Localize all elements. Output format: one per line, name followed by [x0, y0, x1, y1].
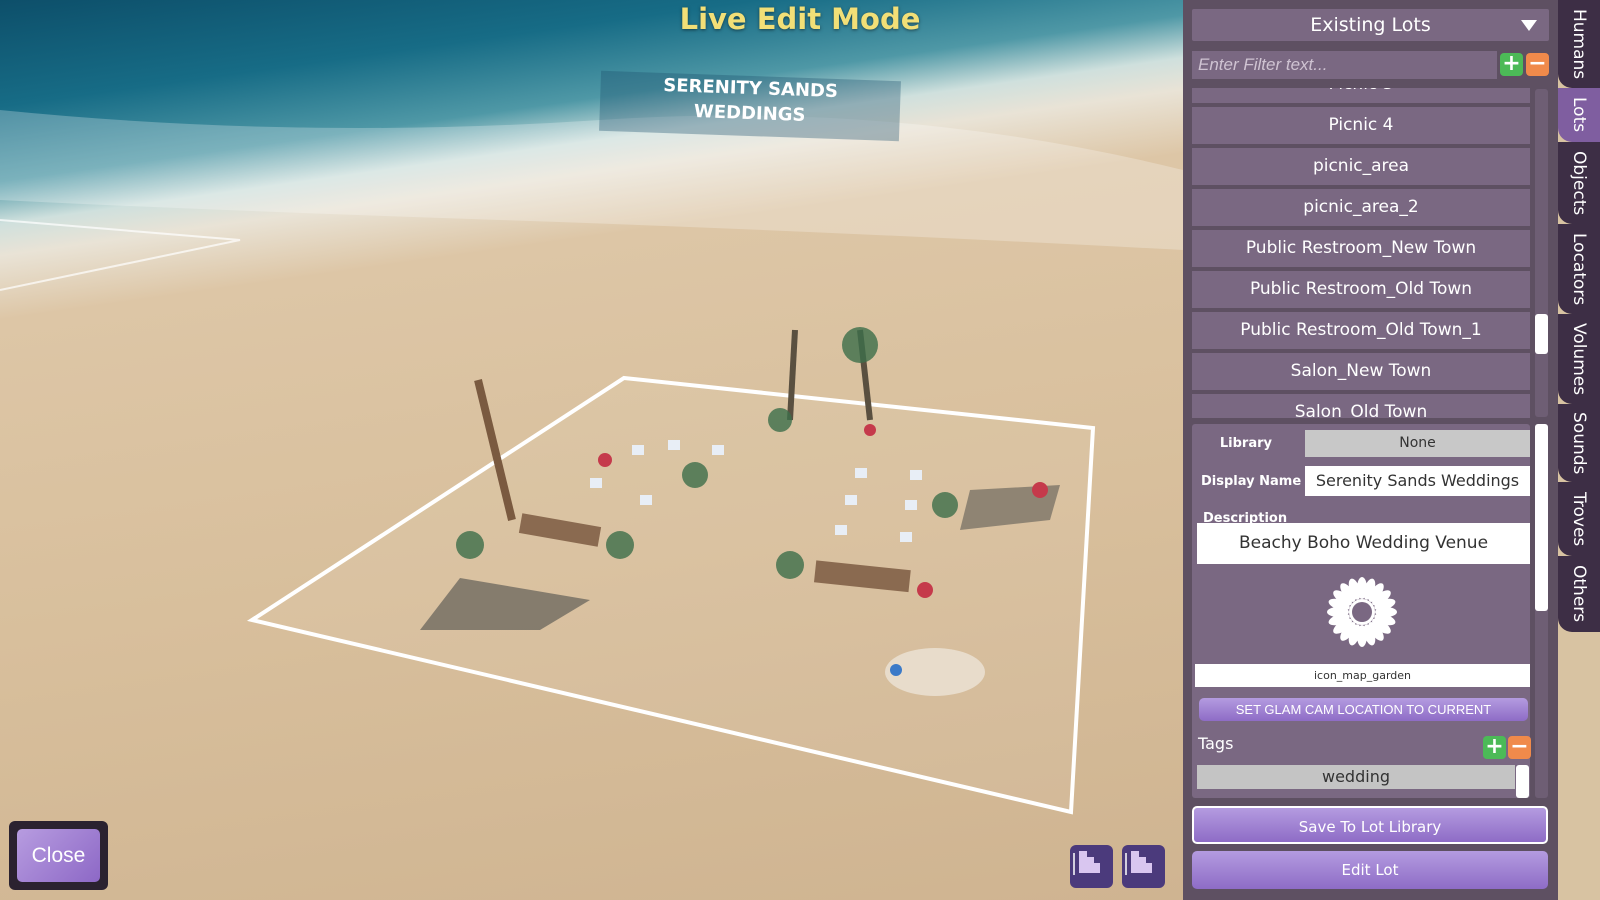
tab-label: Volumes: [1569, 322, 1589, 396]
minus-icon: −: [1510, 734, 1529, 759]
tab-humans[interactable]: Humans: [1558, 0, 1600, 88]
chevron-down-icon: [1521, 20, 1537, 31]
tab-lots[interactable]: Lots: [1558, 88, 1600, 142]
lot-item[interactable]: Picnic 4: [1192, 107, 1530, 144]
lot-scene: [0, 110, 1183, 815]
tab-others[interactable]: Others: [1558, 556, 1600, 632]
surf: [0, 110, 1183, 250]
minus-icon: −: [1528, 51, 1547, 76]
tab-troves[interactable]: Troves: [1558, 482, 1600, 556]
add-lot-button[interactable]: +: [1500, 53, 1523, 76]
scrollbar-thumb[interactable]: [1535, 424, 1548, 611]
save-to-library-button[interactable]: Save To Lot Library: [1192, 806, 1548, 844]
lot-list: Picnic 3 Picnic 4 picnic_area picnic_are…: [1192, 88, 1530, 418]
plus-icon: +: [1502, 51, 1521, 76]
level-up-button[interactable]: [1070, 845, 1113, 888]
level-down-icon: [1125, 851, 1152, 875]
details-scrollbar[interactable]: [1535, 424, 1548, 798]
tags-label: Tags: [1198, 734, 1234, 753]
plus-icon: +: [1485, 734, 1504, 759]
lot-item[interactable]: Public Restroom_Old Town_1: [1192, 312, 1530, 349]
library-label: Library: [1219, 436, 1272, 451]
lot-item[interactable]: picnic_area_2: [1192, 189, 1530, 226]
lots-panel: Existing Lots + − Picnic 3 Picnic 4 picn…: [1183, 0, 1558, 900]
tab-label: Troves: [1569, 491, 1589, 547]
lot-type-dropdown[interactable]: Existing Lots: [1192, 9, 1549, 41]
lot-sign: SERENITY SANDS WEDDINGS: [599, 70, 901, 142]
tab-label: Sounds: [1569, 411, 1589, 475]
dropdown-label: Existing Lots: [1310, 14, 1431, 36]
display-name-label: Display Name: [1201, 474, 1302, 489]
tab-label: Locators: [1569, 232, 1589, 306]
display-name-input[interactable]: Serenity Sands Weddings: [1305, 466, 1530, 496]
tab-label: Objects: [1569, 150, 1589, 216]
description-input[interactable]: Beachy Boho Wedding Venue: [1197, 523, 1530, 564]
close-button[interactable]: Close: [17, 829, 100, 882]
level-up-icon: [1073, 851, 1100, 875]
library-select[interactable]: None: [1305, 430, 1530, 457]
tag-item[interactable]: wedding: [1197, 765, 1515, 789]
lot-list-scrollbar[interactable]: [1535, 89, 1548, 417]
3d-viewport[interactable]: SERENITY SANDS WEDDINGS Close: [0, 0, 1183, 900]
lot-item[interactable]: Public Restroom_New Town: [1192, 230, 1530, 267]
flower-icon: [1327, 577, 1397, 647]
tab-label: Lots: [1569, 97, 1589, 133]
category-tabs: Humans Lots Objects Locators Volumes Sou…: [1558, 0, 1600, 640]
tab-volumes[interactable]: Volumes: [1558, 314, 1600, 404]
tab-locators[interactable]: Locators: [1558, 224, 1600, 314]
lot-item[interactable]: Salon_New Town: [1192, 353, 1530, 390]
lot-details: Library None Display Name Serenity Sands…: [1192, 424, 1531, 798]
icon-name-field[interactable]: icon_map_garden: [1195, 664, 1530, 687]
lot-item[interactable]: Salon_Old Town: [1192, 394, 1530, 418]
level-down-button[interactable]: [1122, 845, 1165, 888]
lot-item[interactable]: Public Restroom_Old Town: [1192, 271, 1530, 308]
remove-lot-button[interactable]: −: [1526, 53, 1549, 76]
tab-label: Humans: [1569, 8, 1589, 80]
glam-cam-button[interactable]: SET GLAM CAM LOCATION TO CURRENT: [1199, 698, 1528, 721]
filter-input[interactable]: [1192, 51, 1497, 79]
tab-sounds[interactable]: Sounds: [1558, 404, 1600, 482]
scrollbar-thumb[interactable]: [1535, 314, 1548, 354]
remove-tag-button[interactable]: −: [1508, 736, 1531, 759]
tags-scrollbar[interactable]: [1516, 765, 1529, 798]
lot-item[interactable]: Picnic 3: [1192, 88, 1530, 103]
adjacent-lot-outline: [0, 219, 241, 291]
lot-item[interactable]: picnic_area: [1192, 148, 1530, 185]
tab-objects[interactable]: Objects: [1558, 142, 1600, 224]
tab-label: Others: [1569, 565, 1589, 623]
close-container: Close: [9, 821, 108, 890]
edit-lot-button[interactable]: Edit Lot: [1192, 851, 1548, 889]
beach-ball: [890, 664, 902, 676]
add-tag-button[interactable]: +: [1483, 736, 1506, 759]
